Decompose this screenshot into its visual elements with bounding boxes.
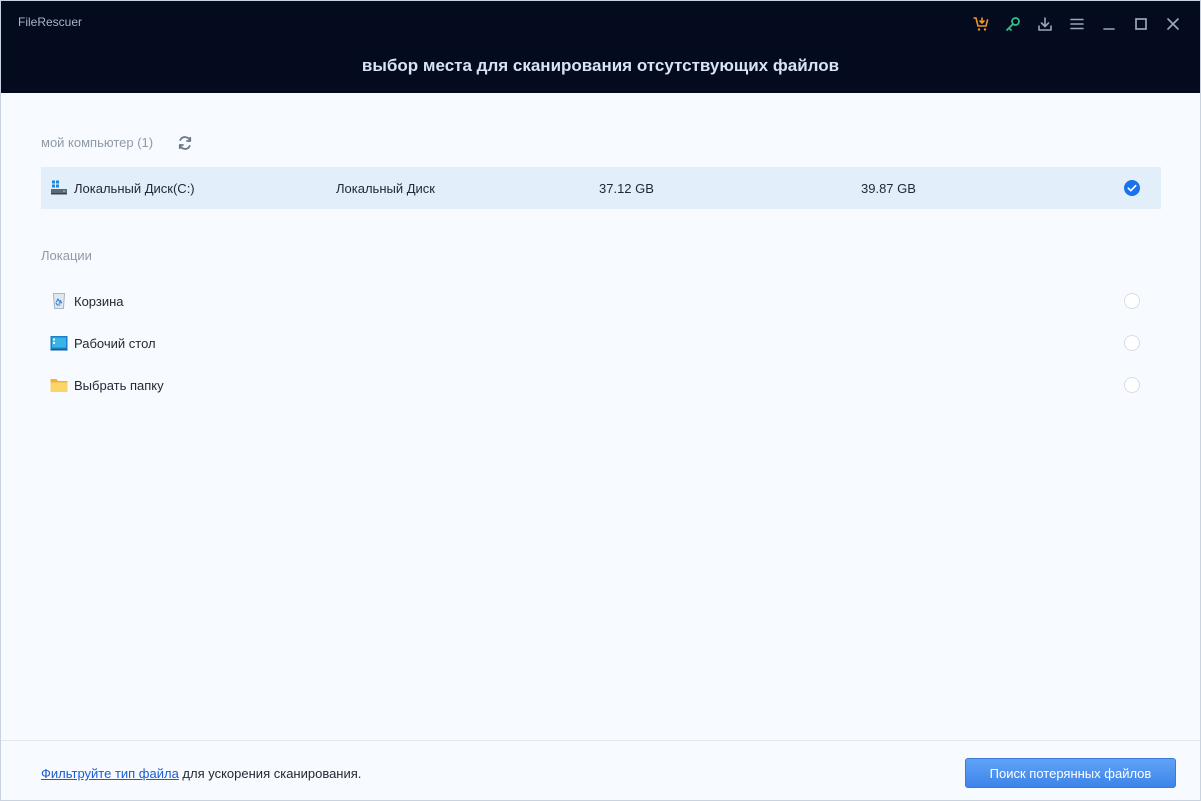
app-window: FileRescuer выбор места для сканирования… (0, 0, 1201, 801)
location-row-recycle-bin[interactable]: Корзина (41, 280, 1161, 322)
key-icon[interactable] (1003, 14, 1023, 34)
drive-name: Локальный Диск(C:) (74, 181, 195, 196)
hard-drive-icon (50, 179, 68, 197)
refresh-icon[interactable] (176, 134, 194, 152)
filter-file-type-link[interactable]: Фильтруйте тип файла (41, 766, 179, 781)
drive-type: Локальный Диск (336, 181, 435, 196)
checked-icon[interactable] (1124, 180, 1140, 196)
close-icon[interactable] (1163, 14, 1183, 34)
minimize-icon[interactable] (1099, 14, 1119, 34)
drive-total-size: 39.87 GB (861, 181, 916, 196)
location-row-choose-folder[interactable]: Выбрать папку (41, 364, 1161, 406)
maximize-icon[interactable] (1131, 14, 1151, 34)
drive-row-c[interactable]: Локальный Диск(C:) Локальный Диск 37.12 … (41, 167, 1161, 209)
radio-button[interactable] (1124, 377, 1140, 393)
radio-button[interactable] (1124, 335, 1140, 351)
footer: Фильтруйте тип файла для ускорения скани… (1, 740, 1200, 800)
scan-button[interactable]: Поиск потерянных файлов (965, 758, 1176, 788)
title-bar: FileRescuer выбор места для сканирования… (1, 1, 1200, 93)
locations-section-label: Локации (41, 248, 92, 263)
download-icon[interactable] (1035, 14, 1055, 34)
location-name: Рабочий стол (74, 336, 156, 351)
drive-used-size: 37.12 GB (599, 181, 654, 196)
footer-hint: Фильтруйте тип файла для ускорения скани… (41, 766, 361, 781)
cart-icon[interactable] (971, 14, 991, 34)
footer-hint-text: для ускорения сканирования. (178, 766, 362, 781)
folder-icon (50, 376, 68, 394)
menu-icon[interactable] (1067, 14, 1087, 34)
location-row-desktop[interactable]: Рабочий стол (41, 322, 1161, 364)
location-name: Выбрать папку (74, 378, 164, 393)
page-title: выбор места для сканирования отсутствующ… (361, 56, 840, 75)
location-name: Корзина (74, 294, 124, 309)
recycle-bin-icon (50, 292, 68, 310)
radio-button[interactable] (1124, 293, 1140, 309)
computer-section-label: мой компьютер (1) (41, 135, 154, 150)
desktop-icon (50, 334, 68, 352)
app-name: FileRescuer (18, 15, 83, 29)
